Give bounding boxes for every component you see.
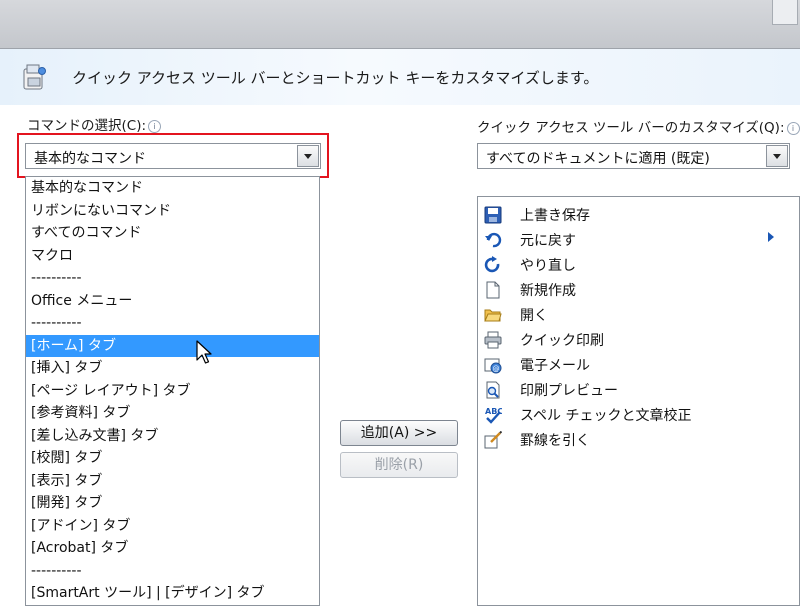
new-document-icon — [486, 281, 500, 299]
qat-item[interactable]: 上書き保存 — [482, 203, 782, 227]
undo-icon — [485, 232, 502, 248]
qat-item[interactable]: 開く — [482, 303, 782, 327]
qat-item[interactable]: ABC スペル チェックと文章校正 — [482, 403, 782, 427]
scrollbar-thumb[interactable] — [772, 0, 798, 25]
qat-item-label: やり直し — [520, 258, 576, 274]
qat-item-label: 印刷プレビュー — [520, 383, 618, 399]
qat-item-label: クイック印刷 — [520, 333, 604, 349]
save-icon — [484, 206, 502, 224]
choose-commands-label-text: コマンドの選択(C): — [27, 118, 147, 134]
qat-item-label: 新規作成 — [520, 283, 576, 299]
dropdown-separator: ---------- — [31, 562, 82, 579]
qat-item-label: 開く — [520, 308, 548, 324]
qat-item-label: 電子メール — [520, 358, 590, 374]
dropdown-option[interactable]: [参考資料] タブ — [26, 402, 319, 425]
chevron-down-icon[interactable] — [766, 145, 788, 167]
qat-item-label: 上書き保存 — [520, 208, 590, 224]
dropdown-option[interactable]: [SmartArt ツール] | [デザイン] タブ — [26, 582, 319, 605]
header-banner: クイック アクセス ツール バーとショートカット キーをカスタマイズします。 — [0, 49, 800, 105]
choose-commands-dropdown[interactable]: 基本的なコマンド リボンにないコマンド すべてのコマンド マクロ -------… — [25, 176, 320, 606]
dropdown-option[interactable]: [表示] タブ — [26, 470, 319, 493]
qat-item[interactable]: クイック印刷 — [482, 328, 782, 352]
dropdown-option[interactable]: リボンにないコマンド — [26, 200, 319, 223]
dropdown-option[interactable]: [差し込み文書] タブ — [26, 425, 319, 448]
remove-button[interactable]: 削除(R) — [340, 452, 458, 478]
qat-item[interactable]: @ 電子メール — [482, 353, 782, 377]
customize-qat-label-text: クイック アクセス ツール バーのカスタマイズ(Q): — [477, 120, 785, 136]
svg-text:ABC: ABC — [485, 407, 502, 416]
qat-commands-list[interactable]: 上書き保存 元に戻す やり直し 新規作成 開く クイック印刷 @ 電子メール 印… — [477, 196, 800, 606]
qat-item[interactable]: 新規作成 — [482, 278, 782, 302]
dropdown-option[interactable]: [挿入] タブ — [26, 357, 319, 380]
qat-scope-value: すべてのドキュメントに適用 (既定) — [486, 151, 710, 167]
dropdown-option[interactable]: [Acrobat] タブ — [26, 537, 319, 560]
dropdown-option[interactable]: Office メニュー — [26, 290, 319, 313]
qat-item[interactable]: 印刷プレビュー — [482, 378, 782, 402]
quick-print-icon — [484, 331, 502, 349]
chevron-right-icon[interactable] — [768, 232, 774, 242]
dropdown-option-selected[interactable]: [ホーム] タブ — [26, 334, 319, 357]
qat-scope-combobox[interactable]: すべてのドキュメントに適用 (既定) — [477, 143, 790, 169]
qat-item-label: 罫線を引く — [520, 433, 590, 449]
dropdown-option[interactable]: [開発] タブ — [26, 492, 319, 515]
add-button[interactable]: 追加(A) >> — [340, 420, 458, 446]
customize-quick-access-icon — [23, 64, 46, 90]
highlight-frame — [17, 133, 329, 178]
qat-item-label: 元に戻す — [520, 233, 576, 249]
dropdown-option[interactable]: [校閲] タブ — [26, 447, 319, 470]
customize-qat-label: クイック アクセス ツール バーのカスタマイズ(Q): i — [477, 116, 800, 136]
qat-item[interactable]: やり直し — [482, 253, 782, 277]
header-description: クイック アクセス ツール バーとショートカット キーをカスタマイズします。 — [72, 69, 599, 87]
dropdown-separator: ---------- — [31, 270, 82, 286]
email-icon: @ — [484, 358, 502, 374]
qat-item[interactable]: 元に戻す — [482, 228, 782, 252]
dropdown-option[interactable]: マクロ — [26, 245, 319, 268]
qat-item-label: スペル チェックと文章校正 — [520, 408, 692, 424]
open-folder-icon — [484, 309, 502, 322]
qat-item[interactable]: 罫線を引く — [482, 428, 782, 452]
draw-border-icon — [484, 431, 502, 449]
dropdown-option[interactable]: すべてのコマンド — [26, 222, 319, 245]
dropdown-separator: ---------- — [31, 315, 82, 331]
info-icon: i — [148, 119, 162, 133]
choose-commands-label: コマンドの選択(C): i — [27, 114, 162, 134]
mouse-pointer-icon — [196, 340, 212, 364]
window-top-strip — [0, 0, 800, 49]
redo-icon — [484, 256, 500, 273]
info-icon: i — [786, 121, 800, 135]
print-preview-icon — [486, 381, 500, 399]
svg-text:@: @ — [493, 365, 500, 373]
dropdown-option[interactable]: [アドイン] タブ — [26, 515, 319, 538]
spell-check-icon: ABC — [485, 407, 502, 424]
dropdown-option[interactable]: 基本的なコマンド — [26, 177, 319, 200]
dropdown-option[interactable]: [ページ レイアウト] タブ — [26, 380, 319, 403]
